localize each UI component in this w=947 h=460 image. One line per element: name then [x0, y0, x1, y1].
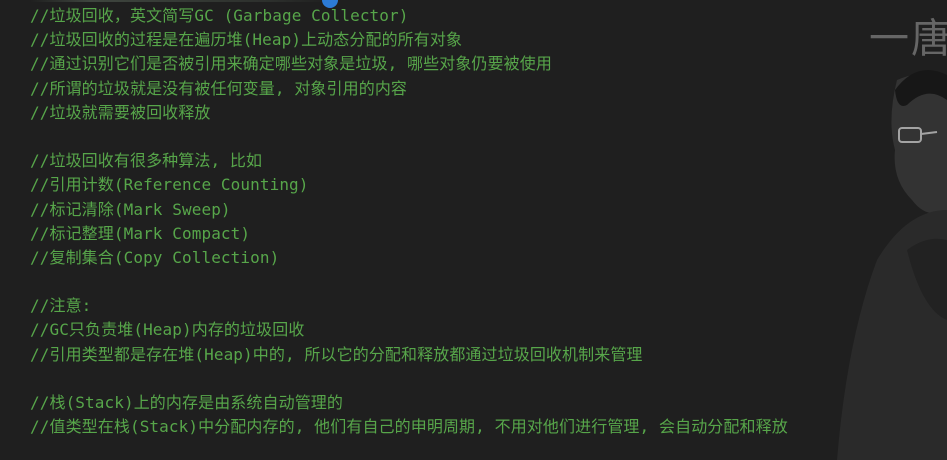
code-line: //标记清除(Mark Sweep)	[30, 199, 231, 219]
code-line: //垃圾回收有很多种算法, 比如	[30, 151, 263, 171]
code-line: //标记整理(Mark Compact)	[30, 223, 251, 243]
presenter-silhouette-icon	[837, 70, 947, 460]
code-line: //引用计数(Reference Counting)	[30, 175, 309, 195]
code-line: //GC只负责堆(Heap)内存的垃圾回收	[30, 320, 305, 340]
code-area[interactable]: //垃圾回收，英文简写GC (Garbage Collector) //垃圾回收…	[30, 4, 788, 439]
code-line: //栈(Stack)上的内存是由系统自动管理的	[30, 393, 343, 412]
code-line: //注意:	[30, 296, 92, 316]
code-line: //复制集合(Copy Collection)	[30, 247, 280, 267]
code-line: //垃圾就需要被回收释放	[30, 102, 211, 122]
code-line: //引用类型都是存在堆(Heap)中的, 所以它的分配和释放都通过垃圾回收机制来…	[30, 344, 643, 364]
code-line: //值类型在栈(Stack)中分配内存的, 他们有自己的申明周期, 不用对他们进…	[30, 417, 788, 437]
cutoff-text-line	[30, 0, 330, 2]
code-line: //通过识别它们是否被引用来确定哪些对象是垃圾, 哪些对象仍要被使用	[30, 54, 552, 74]
code-line: //所谓的垃圾就是没有被任何变量, 对象引用的内容	[30, 78, 408, 98]
channel-watermark: 一唐	[869, 16, 947, 62]
code-line: //垃圾回收的过程是在遍历堆(Heap)上动态分配的所有对象	[30, 30, 463, 50]
code-editor[interactable]: //垃圾回收，英文简写GC (Garbage Collector) //垃圾回收…	[0, 0, 947, 460]
code-line: //垃圾回收，英文简写GC (Garbage Collector)	[30, 6, 409, 25]
